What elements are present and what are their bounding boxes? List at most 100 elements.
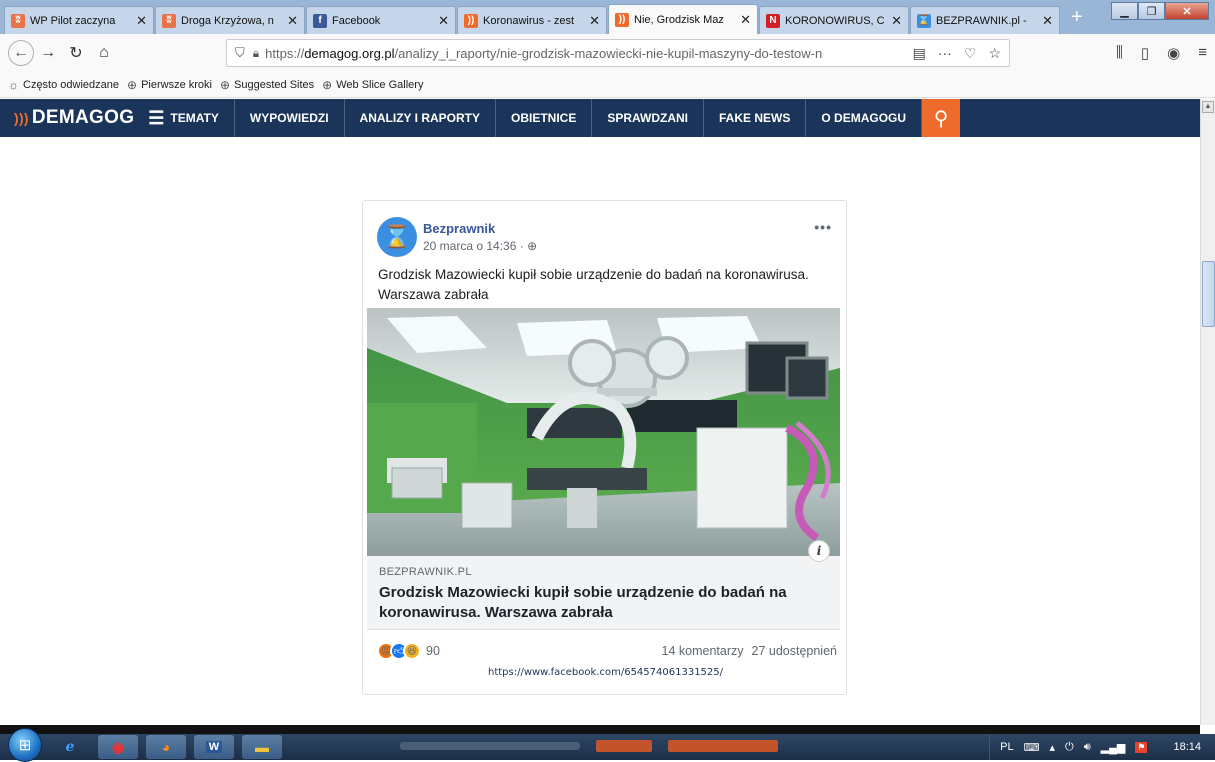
nav-item-o-demagogu[interactable]: O DEMAGOGU [806,99,923,137]
minimize-button[interactable]: ▁ [1111,2,1138,20]
start-button[interactable]: ⊞ [8,728,42,762]
comment-count[interactable]: 14 komentarzy [662,644,744,658]
close-tab-icon[interactable]: ✕ [589,13,600,29]
pocket-icon[interactable]: ♡ [964,45,977,62]
tracking-shield-icon[interactable]: ⛉ [235,45,245,61]
menu-icon[interactable]: ≡ [1198,44,1207,62]
browser-tab[interactable]: )) Nie, Grodzisk Maz ✕ [608,4,758,34]
sidebar-icon[interactable]: ▯ [1141,44,1149,62]
network-icon[interactable]: ▂▄▆ [1101,741,1126,754]
link-preview[interactable]: i BEZPRAWNIK.PL Grodzisk Mazowiecki kupi… [367,540,840,630]
nav-item-wypowiedzi[interactable]: WYPOWIEDZI [235,99,345,137]
source-url[interactable]: https://www.facebook.com/654574061331525… [363,667,848,678]
new-tab-button[interactable]: + [1061,6,1093,34]
nav-label: ANALIZY I RAPORTY [359,111,480,125]
file-explorer-icon[interactable]: ▬ [242,735,282,759]
tab-title: WP Pilot zaczyna [30,14,116,27]
language-indicator[interactable]: PL [1000,741,1013,753]
bookmark-item[interactable]: ⊕ Suggested Sites [220,78,314,92]
lock-icon[interactable]: 🔒︎ [253,46,259,61]
extension-icon[interactable]: ◉ [1167,44,1180,62]
forward-button[interactable]: → [34,39,62,67]
library-icon[interactable]: ⫼ [1116,44,1123,62]
globe-icon: ⊕ [127,77,138,92]
keyboard-icon[interactable]: ⌨ [1024,741,1040,754]
url-text[interactable]: https://demagog.org.pl/analizy_i_raporty… [265,46,912,61]
search-icon[interactable]: ⚲ [922,99,961,137]
post-text: Grodzisk Mazowiecki kupił sobie urządzen… [378,267,809,302]
word-icon[interactable]: W [194,735,234,759]
page-avatar[interactable]: ⌛ [377,217,417,257]
browser-toolbar: ← → ↻ ⌂ ⛉ 🔒︎ https://demagog.org.pl/anal… [0,34,1215,72]
reactions[interactable]: 😡︎ 👍︎ 😆︎ [377,642,421,660]
tab-title: KORONOWIRUS, C [785,14,885,27]
close-tab-icon[interactable]: ✕ [891,13,902,29]
wp-icon: ʬ [162,13,176,28]
cookie-settings-button[interactable] [668,740,778,752]
browser-tab[interactable]: ʬ Droga Krzyżowa, n ✕ [155,6,305,34]
bookmark-item[interactable]: ⊕ Web Slice Gallery [322,78,423,92]
power-icon[interactable]: ⏻ [1065,741,1074,754]
close-tab-icon[interactable]: ✕ [438,13,449,29]
home-button[interactable]: ⌂ [90,39,118,67]
link-domain: BEZPRAWNIK.PL [379,566,472,578]
nav-item-obietnice[interactable]: OBIETNICE [496,99,593,137]
maximize-button[interactable]: ❐ [1138,2,1165,20]
more-options-icon[interactable]: ••• [814,219,832,235]
page-scrollbar[interactable]: ▲ [1200,99,1215,725]
nav-item-tematy[interactable]: ☰ TEMATY [138,99,235,137]
bookmark-star-icon[interactable]: ☆ [988,45,1001,62]
chrome-icon[interactable]: ◉ [98,735,138,759]
haha-reaction-icon: 😆︎ [403,642,421,660]
post-date[interactable]: 20 marca o 14:36 · ⊕ [423,239,537,253]
nav-label: O DEMAGOGU [821,111,907,125]
close-tab-icon[interactable]: ✕ [1042,13,1053,29]
close-tab-icon[interactable]: ✕ [136,13,147,29]
browser-tab[interactable]: f Facebook ✕ [306,6,456,34]
site-logo[interactable]: ))) DEMAGOG [0,99,138,137]
browser-tab[interactable]: N KORONOWIRUS, C ✕ [759,6,909,34]
scrollbar-thumb[interactable] [1202,261,1215,327]
address-bar[interactable]: ⛉ 🔒︎ https://demagog.org.pl/analizy_i_ra… [226,39,1010,67]
tab-title: Nie, Grodzisk Maz [634,13,724,26]
firefox-icon[interactable]: ◕ [146,735,186,759]
toolbar-right: ⫼ ▯ ◉ ≡ [1116,44,1207,62]
demagog-icon: )) [615,12,629,27]
back-button[interactable]: ← [8,40,34,66]
share-count[interactable]: 27 udostępnień [752,644,838,658]
browser-tab[interactable]: ʬ WP Pilot zaczyna ✕ [4,6,154,34]
news-icon: N [766,13,780,28]
nav-label: OBIETNICE [511,111,577,125]
info-icon[interactable]: i [808,540,830,562]
close-tab-icon[interactable]: ✕ [287,13,298,29]
browser-tab[interactable]: )) Koronawirus - zest ✕ [457,6,607,34]
tab-title: Facebook [332,14,381,27]
nav-label: SPRAWDZANI [607,111,689,125]
post-image[interactable] [367,308,840,556]
post-author[interactable]: Bezprawnik [423,221,537,236]
reload-button[interactable]: ↻ [62,39,90,67]
tray-expand-icon[interactable]: ▴ [1050,741,1056,754]
nav-item-sprawdzani[interactable]: SPRAWDZANI [592,99,705,137]
scroll-up-arrow[interactable]: ▲ [1202,101,1214,113]
cookie-accept-button[interactable] [596,740,652,752]
clock[interactable]: 18:14 [1173,741,1201,753]
globe-icon: ⊕ [322,77,333,92]
internet-explorer-icon[interactable]: e [50,735,90,759]
hamburger-icon: ☰ [148,107,165,128]
reaction-count[interactable]: 90 [426,644,440,658]
link-title[interactable]: Grodzisk Mazowiecki kupił sobie urządzen… [379,583,828,623]
browser-tab[interactable]: ⌛ BEZPRAWNIK.pl - ✕ [910,6,1060,34]
volume-icon[interactable]: 🔊︎ [1084,741,1091,754]
bookmark-item[interactable]: ☼ Często odwiedzane [8,78,119,92]
action-center-flag-icon[interactable]: ⚑ [1135,741,1148,753]
nav-item-fake-news[interactable]: FAKE NEWS [704,99,807,137]
bookmark-item[interactable]: ⊕ Pierwsze kroki [127,78,212,92]
close-tab-icon[interactable]: ✕ [740,12,751,28]
page-actions-icon[interactable]: ··· [938,45,952,62]
bookmark-label: Często odwiedzane [23,78,120,91]
nav-item-analizy-i-raporty[interactable]: ANALIZY I RAPORTY [345,99,496,137]
reader-view-icon[interactable]: ▤ [913,45,926,62]
close-window-button[interactable]: ✕ [1165,2,1209,20]
post-header: ⌛ Bezprawnik 20 marca o 14:36 · ⊕ [377,217,537,257]
